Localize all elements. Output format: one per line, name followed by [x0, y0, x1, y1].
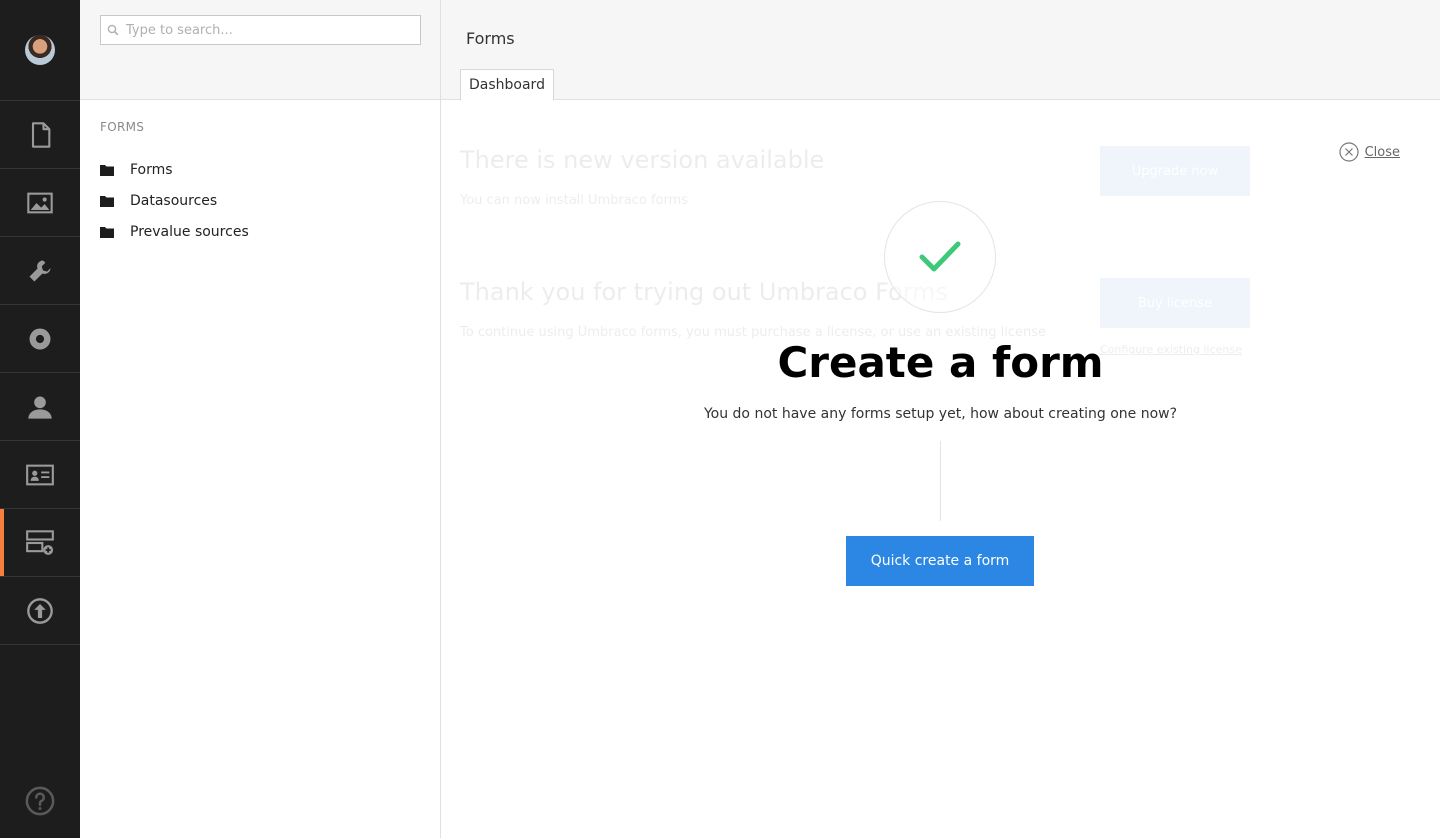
- success-badge: [884, 201, 996, 313]
- close-label: Close: [1364, 144, 1400, 160]
- search-box[interactable]: [100, 15, 421, 45]
- rail-item-members[interactable]: [0, 441, 80, 509]
- main-panel: Forms Dashboard There is new version ava…: [441, 0, 1440, 838]
- rail-item-deploy[interactable]: [0, 577, 80, 645]
- tree-item-label: Forms: [130, 161, 173, 178]
- upload-icon: [27, 597, 53, 624]
- rail-item-users[interactable]: [0, 373, 80, 441]
- rail-item-forms[interactable]: [0, 509, 80, 577]
- close-icon: [1338, 142, 1359, 162]
- rail-item-media[interactable]: [0, 169, 80, 237]
- section-rail: [0, 0, 80, 838]
- search-input[interactable]: [126, 22, 406, 38]
- buy-license-button: Buy license: [1100, 278, 1250, 328]
- page-title: Forms: [466, 29, 515, 48]
- rail-item-content[interactable]: [0, 101, 80, 169]
- upgrade-button: Upgrade now: [1100, 146, 1250, 196]
- checkmark-icon: [919, 241, 961, 272]
- settings-wrench-icon: [29, 260, 51, 281]
- rail-item-developer[interactable]: [0, 305, 80, 373]
- folder-icon: [100, 226, 114, 238]
- search-icon: [107, 24, 119, 36]
- gear-icon: [29, 328, 51, 349]
- tree-panel: FORMS Forms Datasources Prevalue sources: [80, 0, 441, 838]
- tree-item-label: Prevalue sources: [130, 223, 249, 240]
- avatar[interactable]: [25, 35, 55, 65]
- trial-title: Thank you for trying out Umbraco Forms: [460, 278, 949, 306]
- tree-header: [80, 0, 440, 100]
- upgrade-title: There is new version available: [460, 146, 825, 174]
- user-icon: [28, 396, 52, 419]
- tree-item-label: Datasources: [130, 192, 218, 209]
- folder-icon: [100, 164, 114, 176]
- tree-list: Forms Datasources Prevalue sources: [100, 154, 249, 247]
- content-icon: [31, 121, 51, 148]
- help-icon: [25, 786, 55, 816]
- avatar-container: [0, 0, 80, 101]
- help-button[interactable]: [0, 786, 80, 816]
- tree-item-datasources[interactable]: Datasources: [100, 185, 249, 216]
- main-header: Forms Dashboard: [441, 0, 1440, 101]
- forms-icon: [26, 529, 54, 555]
- media-icon: [27, 192, 53, 213]
- folder-icon: [100, 195, 114, 207]
- tab-dashboard[interactable]: Dashboard: [460, 69, 554, 101]
- divider: [940, 441, 941, 521]
- tree-item-prevalue-sources[interactable]: Prevalue sources: [100, 216, 249, 247]
- rail-item-settings[interactable]: [0, 237, 80, 305]
- upgrade-text: You can now install Umbraco forms: [460, 193, 689, 208]
- close-button[interactable]: Close: [1338, 142, 1400, 162]
- tree-item-forms[interactable]: Forms: [100, 154, 249, 185]
- empty-state-text: You do not have any forms setup yet, how…: [703, 406, 1178, 422]
- empty-state-title: Create a form: [777, 338, 1104, 387]
- member-card-icon: [26, 464, 54, 485]
- quick-create-form-button[interactable]: Quick create a form: [846, 536, 1034, 586]
- tree-section-label: FORMS: [100, 120, 145, 134]
